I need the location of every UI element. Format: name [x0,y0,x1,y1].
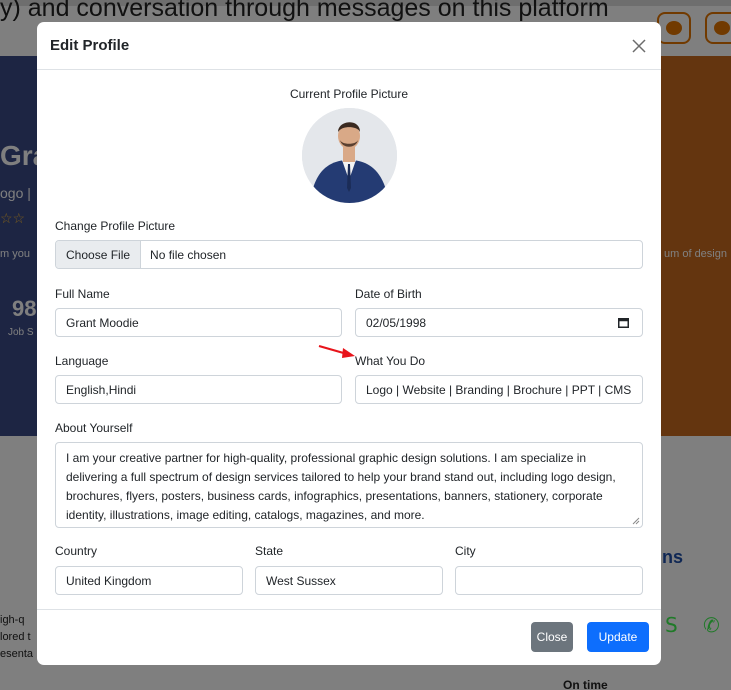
about-text: I am your creative partner for high-qual… [66,451,616,522]
profile-avatar [302,108,397,203]
choose-file-button[interactable]: Choose File [56,241,142,268]
background-contact-icons: S ✆ [665,613,720,637]
svg-text:S: S [665,613,678,637]
close-button[interactable]: Close [531,622,573,652]
change-picture-label: Change Profile Picture [55,219,176,233]
arrow-annotation [318,344,355,358]
country-input[interactable]: United Kingdom [55,566,243,595]
update-button[interactable]: Update [587,622,649,652]
dob-value: 02/05/1998 [366,315,427,330]
what-you-do-label: What You Do [355,354,426,368]
svg-text:✆: ✆ [703,613,720,637]
profile-picture-file-input[interactable]: Choose File No file chosen [55,240,643,269]
state-input[interactable]: West Sussex [255,566,443,595]
modal-body: Current Profile Picture Change Profile P… [37,70,661,610]
modal-title: Edit Profile [50,37,130,54]
dob-input[interactable]: 02/05/1998 [355,308,643,337]
language-input[interactable]: English,Hindi [55,375,342,404]
full-name-input[interactable]: Grant Moodie [55,308,342,337]
city-input[interactable] [455,566,643,595]
resize-handle-icon[interactable] [632,517,640,525]
dob-label: Date of Birth [355,287,422,301]
state-label: State [255,544,284,558]
full-name-label: Full Name [55,287,110,301]
current-picture-label: Current Profile Picture [289,87,409,101]
language-label: Language [55,354,109,368]
modal-header: Edit Profile [37,22,661,70]
calendar-icon[interactable] [618,317,629,328]
no-file-text: No file chosen [150,247,227,262]
modal-footer: Close Update [37,609,661,665]
close-icon[interactable] [629,36,649,56]
about-label: About Yourself [55,421,133,435]
edit-profile-modal: Edit Profile Current Profile Picture Cha… [37,22,661,665]
about-textarea[interactable]: I am your creative partner for high-qual… [55,442,643,528]
city-label: City [455,544,476,558]
country-label: Country [55,544,98,558]
what-you-do-input[interactable]: Logo | Website | Branding | Brochure | P… [355,375,643,404]
